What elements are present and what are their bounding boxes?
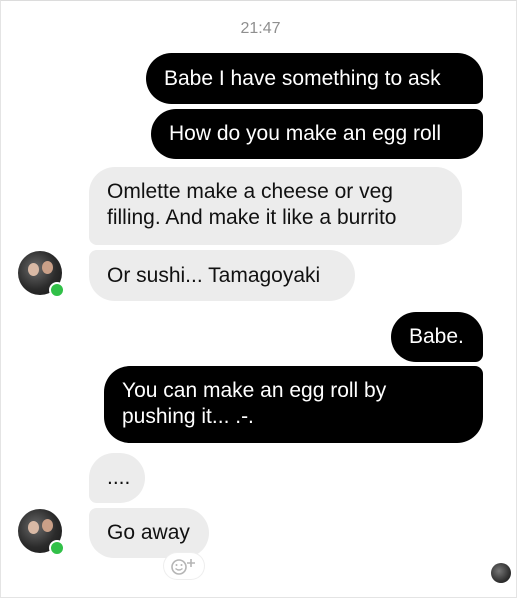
online-indicator-icon: [49, 282, 65, 298]
incoming-message[interactable]: Go away: [89, 508, 209, 558]
outgoing-message[interactable]: How do you make an egg roll: [151, 109, 483, 159]
contact-avatar[interactable]: [18, 251, 65, 298]
message-text: Babe I have something to ask: [164, 66, 441, 90]
outgoing-message[interactable]: You can make an egg roll by pushing it..…: [104, 366, 483, 443]
message-text: ....: [107, 466, 131, 489]
message-text: Or sushi... Tamagoyaki: [107, 263, 321, 287]
incoming-message[interactable]: Or sushi... Tamagoyaki: [89, 250, 355, 301]
incoming-message[interactable]: ....: [89, 453, 145, 503]
incoming-message[interactable]: Omlette make a cheese or veg filling. An…: [89, 167, 462, 245]
message-timestamp: 21:47: [240, 20, 281, 37]
smiley-plus-icon: [171, 559, 195, 575]
message-text: Omlette make a cheese or veg filling. An…: [107, 180, 397, 229]
add-reaction-button[interactable]: [164, 553, 204, 579]
message-text: Go away: [107, 521, 190, 544]
outgoing-message[interactable]: Babe.: [391, 312, 483, 362]
contact-avatar[interactable]: [18, 509, 65, 556]
message-text: You can make an egg roll by pushing it..…: [122, 379, 387, 428]
outgoing-message[interactable]: Babe I have something to ask: [146, 53, 483, 104]
chat-window: 21:47 Babe I have something to ask How d…: [0, 0, 517, 598]
online-indicator-icon: [49, 540, 65, 556]
read-receipt-avatar: [491, 563, 511, 583]
message-text: Babe.: [409, 325, 464, 348]
message-text: How do you make an egg roll: [169, 122, 441, 145]
